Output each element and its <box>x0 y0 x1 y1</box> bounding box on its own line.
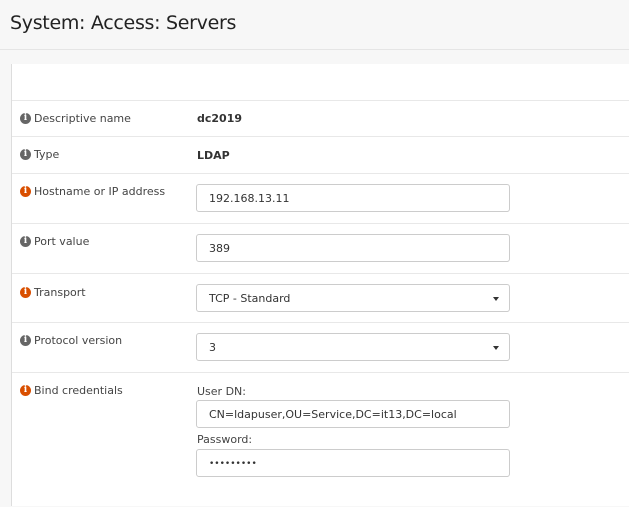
label-text: Hostname or IP address <box>34 185 166 198</box>
label-text: Port value <box>34 235 90 248</box>
info-icon[interactable]: i <box>20 385 31 396</box>
user-dn-input[interactable]: CN=ldapuser,OU=Service,DC=it13,DC=local <box>196 400 510 428</box>
hostname-input[interactable]: 192.168.13.11 <box>196 184 510 212</box>
field-label: i Transport <box>20 286 86 299</box>
row-port: i Port value 389 <box>12 223 629 274</box>
server-form: i Descriptive name dc2019 i Type LDAP i Hos… <box>11 64 629 506</box>
label-text: Protocol version <box>34 334 123 347</box>
row-type: i Type LDAP <box>12 136 629 174</box>
info-icon[interactable]: i <box>20 335 31 346</box>
row-transport: i Transport TCP - Standard <box>12 273 629 323</box>
field-label: i Hostname or IP address <box>20 185 165 198</box>
label-text: Bind credentials <box>34 384 123 397</box>
row-protocol: i Protocol version 3 <box>12 322 629 373</box>
info-icon[interactable]: i <box>20 287 31 298</box>
info-icon[interactable]: i <box>20 149 31 160</box>
row-hostname: i Hostname or IP address 192.168.13.11 <box>12 173 629 224</box>
type-value: LDAP <box>197 149 230 162</box>
password-input[interactable]: ••••••••• <box>196 449 510 477</box>
info-icon[interactable]: i <box>20 113 31 124</box>
user-dn-label: User DN: <box>197 385 246 398</box>
protocol-version-select[interactable]: 3 <box>196 333 510 361</box>
descriptive-name-value: dc2019 <box>197 112 243 125</box>
port-input[interactable]: 389 <box>196 234 510 262</box>
info-icon[interactable]: i <box>20 186 31 197</box>
field-label: i Type <box>20 148 59 161</box>
label-text: Descriptive name <box>34 112 131 125</box>
page-header: System: Access: Servers <box>0 0 629 50</box>
row-descriptive-name: i Descriptive name dc2019 <box>12 100 629 137</box>
label-text: Transport <box>34 286 86 299</box>
transport-select[interactable]: TCP - Standard <box>196 284 510 312</box>
page-title: System: Access: Servers <box>10 12 237 34</box>
field-label: i Protocol version <box>20 334 122 347</box>
field-label: i Port value <box>20 235 89 248</box>
info-icon[interactable]: i <box>20 236 31 247</box>
label-text: Type <box>34 148 60 161</box>
row-bind-credentials: i Bind credentials User DN: CN=ldapuser,O… <box>12 372 629 507</box>
field-label: i Descriptive name <box>20 112 131 125</box>
password-label: Password: <box>197 433 253 446</box>
field-label: i Bind credentials <box>20 384 123 397</box>
